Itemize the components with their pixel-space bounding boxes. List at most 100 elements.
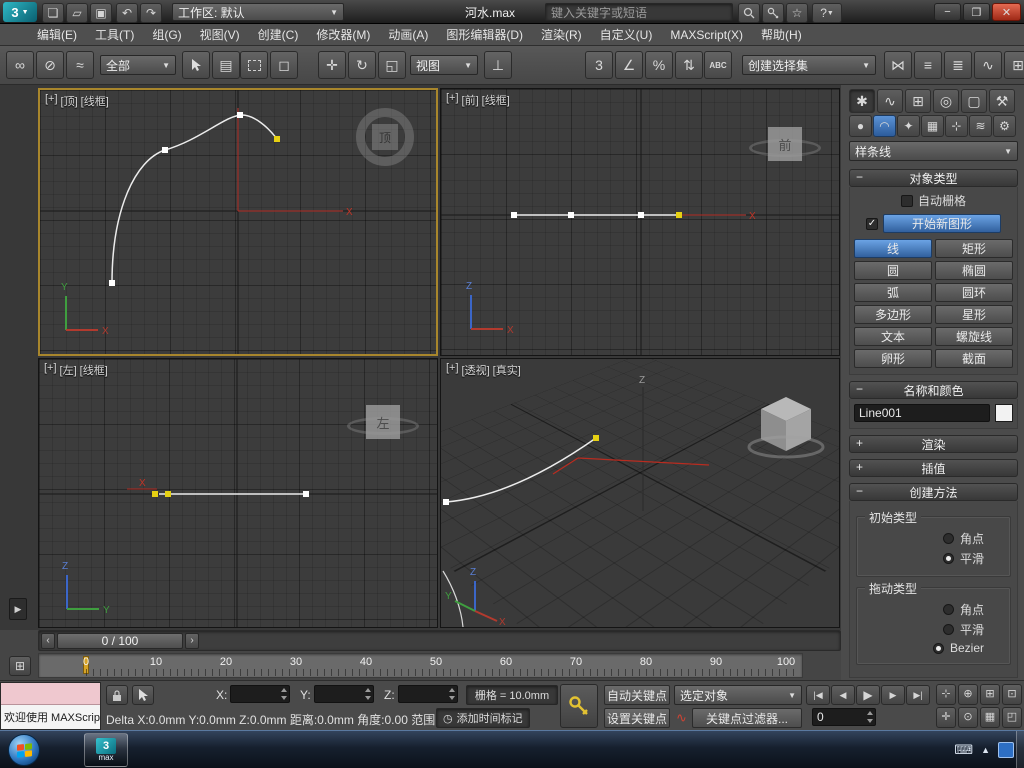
taskbar-3dsmax-button[interactable]: 3 max <box>84 733 128 767</box>
spline-vertex[interactable] <box>162 147 168 153</box>
spline-vertex[interactable] <box>443 499 449 505</box>
rollout-creation-method-header[interactable]: − 创建方法 <box>849 483 1018 501</box>
add-time-tag[interactable]: ◷ 添加时间标记 <box>436 708 530 728</box>
subtab-helpers[interactable]: ⊹ <box>945 115 968 137</box>
menu-views[interactable]: 视图(V) <box>191 26 249 43</box>
rollout-object-type-header[interactable]: − 对象类型 <box>849 169 1018 187</box>
menu-edit[interactable]: 编辑(E) <box>28 26 86 43</box>
close-button[interactable]: ✕ <box>992 3 1021 21</box>
window-crossing-toggle[interactable]: ◻ <box>270 51 298 79</box>
menu-tools[interactable]: 工具(T) <box>86 26 143 43</box>
absolute-offset-toggle[interactable] <box>132 685 154 705</box>
tab-modify[interactable]: ∿ <box>877 89 903 113</box>
viewport-menu-pov[interactable]: [左] <box>60 362 77 378</box>
help-menu-button[interactable]: ?▼ <box>812 3 842 23</box>
menu-customize[interactable]: 自定义(U) <box>591 26 662 43</box>
listener-macro-row[interactable] <box>1 683 100 705</box>
shape-button-section[interactable]: 截面 <box>935 349 1013 368</box>
tray-show-hidden-icon[interactable]: ▲ <box>981 745 990 755</box>
go-to-end-button[interactable]: ▶| <box>906 685 930 705</box>
viewport-menu-general[interactable]: [+] <box>446 92 459 108</box>
use-pivot-center-button[interactable]: ⊥ <box>484 51 512 79</box>
auto-key-button[interactable]: 自动关键点 <box>604 685 670 705</box>
viewport-top[interactable]: X Y X 顶 [+] [顶] [线框] <box>38 88 438 356</box>
spline-vertex-selected[interactable] <box>274 136 280 142</box>
named-selection-dropdown[interactable]: 创建选择集 ▼ <box>742 55 876 75</box>
subtab-cameras[interactable]: ▦ <box>921 115 944 137</box>
shape-button-text[interactable]: 文本 <box>854 327 932 346</box>
viewport-menu-shading[interactable]: [真实] <box>493 362 521 378</box>
start-new-shape-checkbox[interactable]: ✓ <box>866 218 878 230</box>
maxscript-mini-listener[interactable]: 欢迎使用 MAXScript <box>0 682 101 730</box>
unlink-selection-button[interactable]: ⊘ <box>36 51 64 79</box>
new-scene-button[interactable]: ❏ <box>42 3 64 23</box>
radio-initial-smooth[interactable] <box>943 553 954 564</box>
radio-initial-corner[interactable] <box>943 533 954 544</box>
spline-vertex-selected[interactable] <box>593 435 599 441</box>
y-coordinate-field[interactable] <box>314 685 374 703</box>
shape-button-helix[interactable]: 螺旋线 <box>935 327 1013 346</box>
selection-filter-dropdown[interactable]: 全部 ▼ <box>100 55 176 75</box>
show-desktop-button[interactable] <box>1016 731 1024 768</box>
go-to-start-button[interactable]: |◀ <box>806 685 830 705</box>
rollout-interpolation-header[interactable]: + 插值 <box>849 459 1018 477</box>
percent-snap-button[interactable]: % <box>645 51 673 79</box>
curve-editor-button[interactable]: ∿ <box>974 51 1002 79</box>
tray-input-method-icon[interactable] <box>998 742 1014 758</box>
zoom-all-button[interactable]: ⊞ <box>980 684 1000 705</box>
bind-to-space-warp-button[interactable]: ≈ <box>66 51 94 79</box>
shape-button-egg[interactable]: 卵形 <box>854 349 932 368</box>
spline-vertex-selected[interactable] <box>165 491 171 497</box>
tab-hierarchy[interactable]: ⊞ <box>905 89 931 113</box>
spline-vertex-selected[interactable] <box>676 212 682 218</box>
app-logo[interactable]: 3▼ <box>3 2 37 22</box>
favorites-button[interactable]: ☆ <box>786 3 808 23</box>
viewcube[interactable]: 顶 <box>356 108 414 166</box>
x-coordinate-field[interactable] <box>230 685 290 703</box>
spline-vertex[interactable] <box>568 212 574 218</box>
shape-button-circle[interactable]: 圆 <box>854 261 932 280</box>
current-frame-field[interactable]: 0 <box>812 708 876 726</box>
spline-vertex[interactable] <box>511 212 517 218</box>
tab-create[interactable]: ✱ <box>849 89 875 113</box>
zoom-region-button[interactable]: ▦ <box>980 707 1000 728</box>
scene-explorer-expand-button[interactable]: ▶ <box>9 598 27 620</box>
align-button[interactable]: ≡ <box>914 51 942 79</box>
set-key-mode-button[interactable] <box>560 684 598 728</box>
menu-group[interactable]: 组(G) <box>143 26 190 43</box>
tab-utilities[interactable]: ⚒ <box>989 89 1015 113</box>
shape-button-arc[interactable]: 弧 <box>854 283 932 302</box>
object-name-field[interactable]: Line001 <box>854 404 990 422</box>
rollout-rendering-header[interactable]: + 渲染 <box>849 435 1018 453</box>
viewport-menu-shading[interactable]: [线框] <box>80 362 108 378</box>
color-swatch[interactable] <box>995 404 1013 422</box>
shape-button-line[interactable]: 线 <box>854 239 932 258</box>
set-key-button[interactable]: 设置关键点 <box>604 708 670 728</box>
subtab-space-warps[interactable]: ≋ <box>969 115 992 137</box>
time-slider-handle[interactable]: 0 / 100 <box>57 633 183 649</box>
subtab-geometry[interactable]: ● <box>849 115 872 137</box>
shape-category-dropdown[interactable]: 样条线 ▼ <box>849 141 1018 161</box>
angle-snap-button[interactable]: ∠ <box>615 51 643 79</box>
schematic-view-button[interactable]: ⊞ <box>1004 51 1024 79</box>
tab-display[interactable]: ▢ <box>961 89 987 113</box>
viewcube[interactable]: 左 <box>366 405 400 439</box>
viewcube[interactable]: 前 <box>768 127 802 161</box>
spline-vertex[interactable] <box>638 212 644 218</box>
subtab-systems[interactable]: ⚙ <box>993 115 1016 137</box>
autogrid-checkbox[interactable] <box>901 195 913 207</box>
menu-modifiers[interactable]: 修改器(M) <box>307 26 379 43</box>
viewport-menu-pov[interactable]: [透视] <box>462 362 490 378</box>
previous-frame-button[interactable]: ◀ <box>831 685 855 705</box>
time-slider-prev-button[interactable]: ‹ <box>41 633 55 649</box>
select-and-link-button[interactable]: ∞ <box>6 51 34 79</box>
viewport-menu-shading[interactable]: [线框] <box>482 92 510 108</box>
rectangular-selection-region-button[interactable] <box>240 51 268 79</box>
tab-motion[interactable]: ◎ <box>933 89 959 113</box>
viewport-perspective[interactable]: Z Z Y X [+] [透视] [真实] <box>440 358 840 628</box>
start-new-shape-button[interactable]: 开始新图形 <box>883 214 1001 233</box>
viewport-left[interactable]: X Z Y 左 [+] [左] [线框] <box>38 358 438 628</box>
radio-drag-smooth[interactable] <box>943 624 954 635</box>
spline-vertex[interactable] <box>237 112 243 118</box>
orbit-button[interactable]: ✛ <box>936 707 956 728</box>
